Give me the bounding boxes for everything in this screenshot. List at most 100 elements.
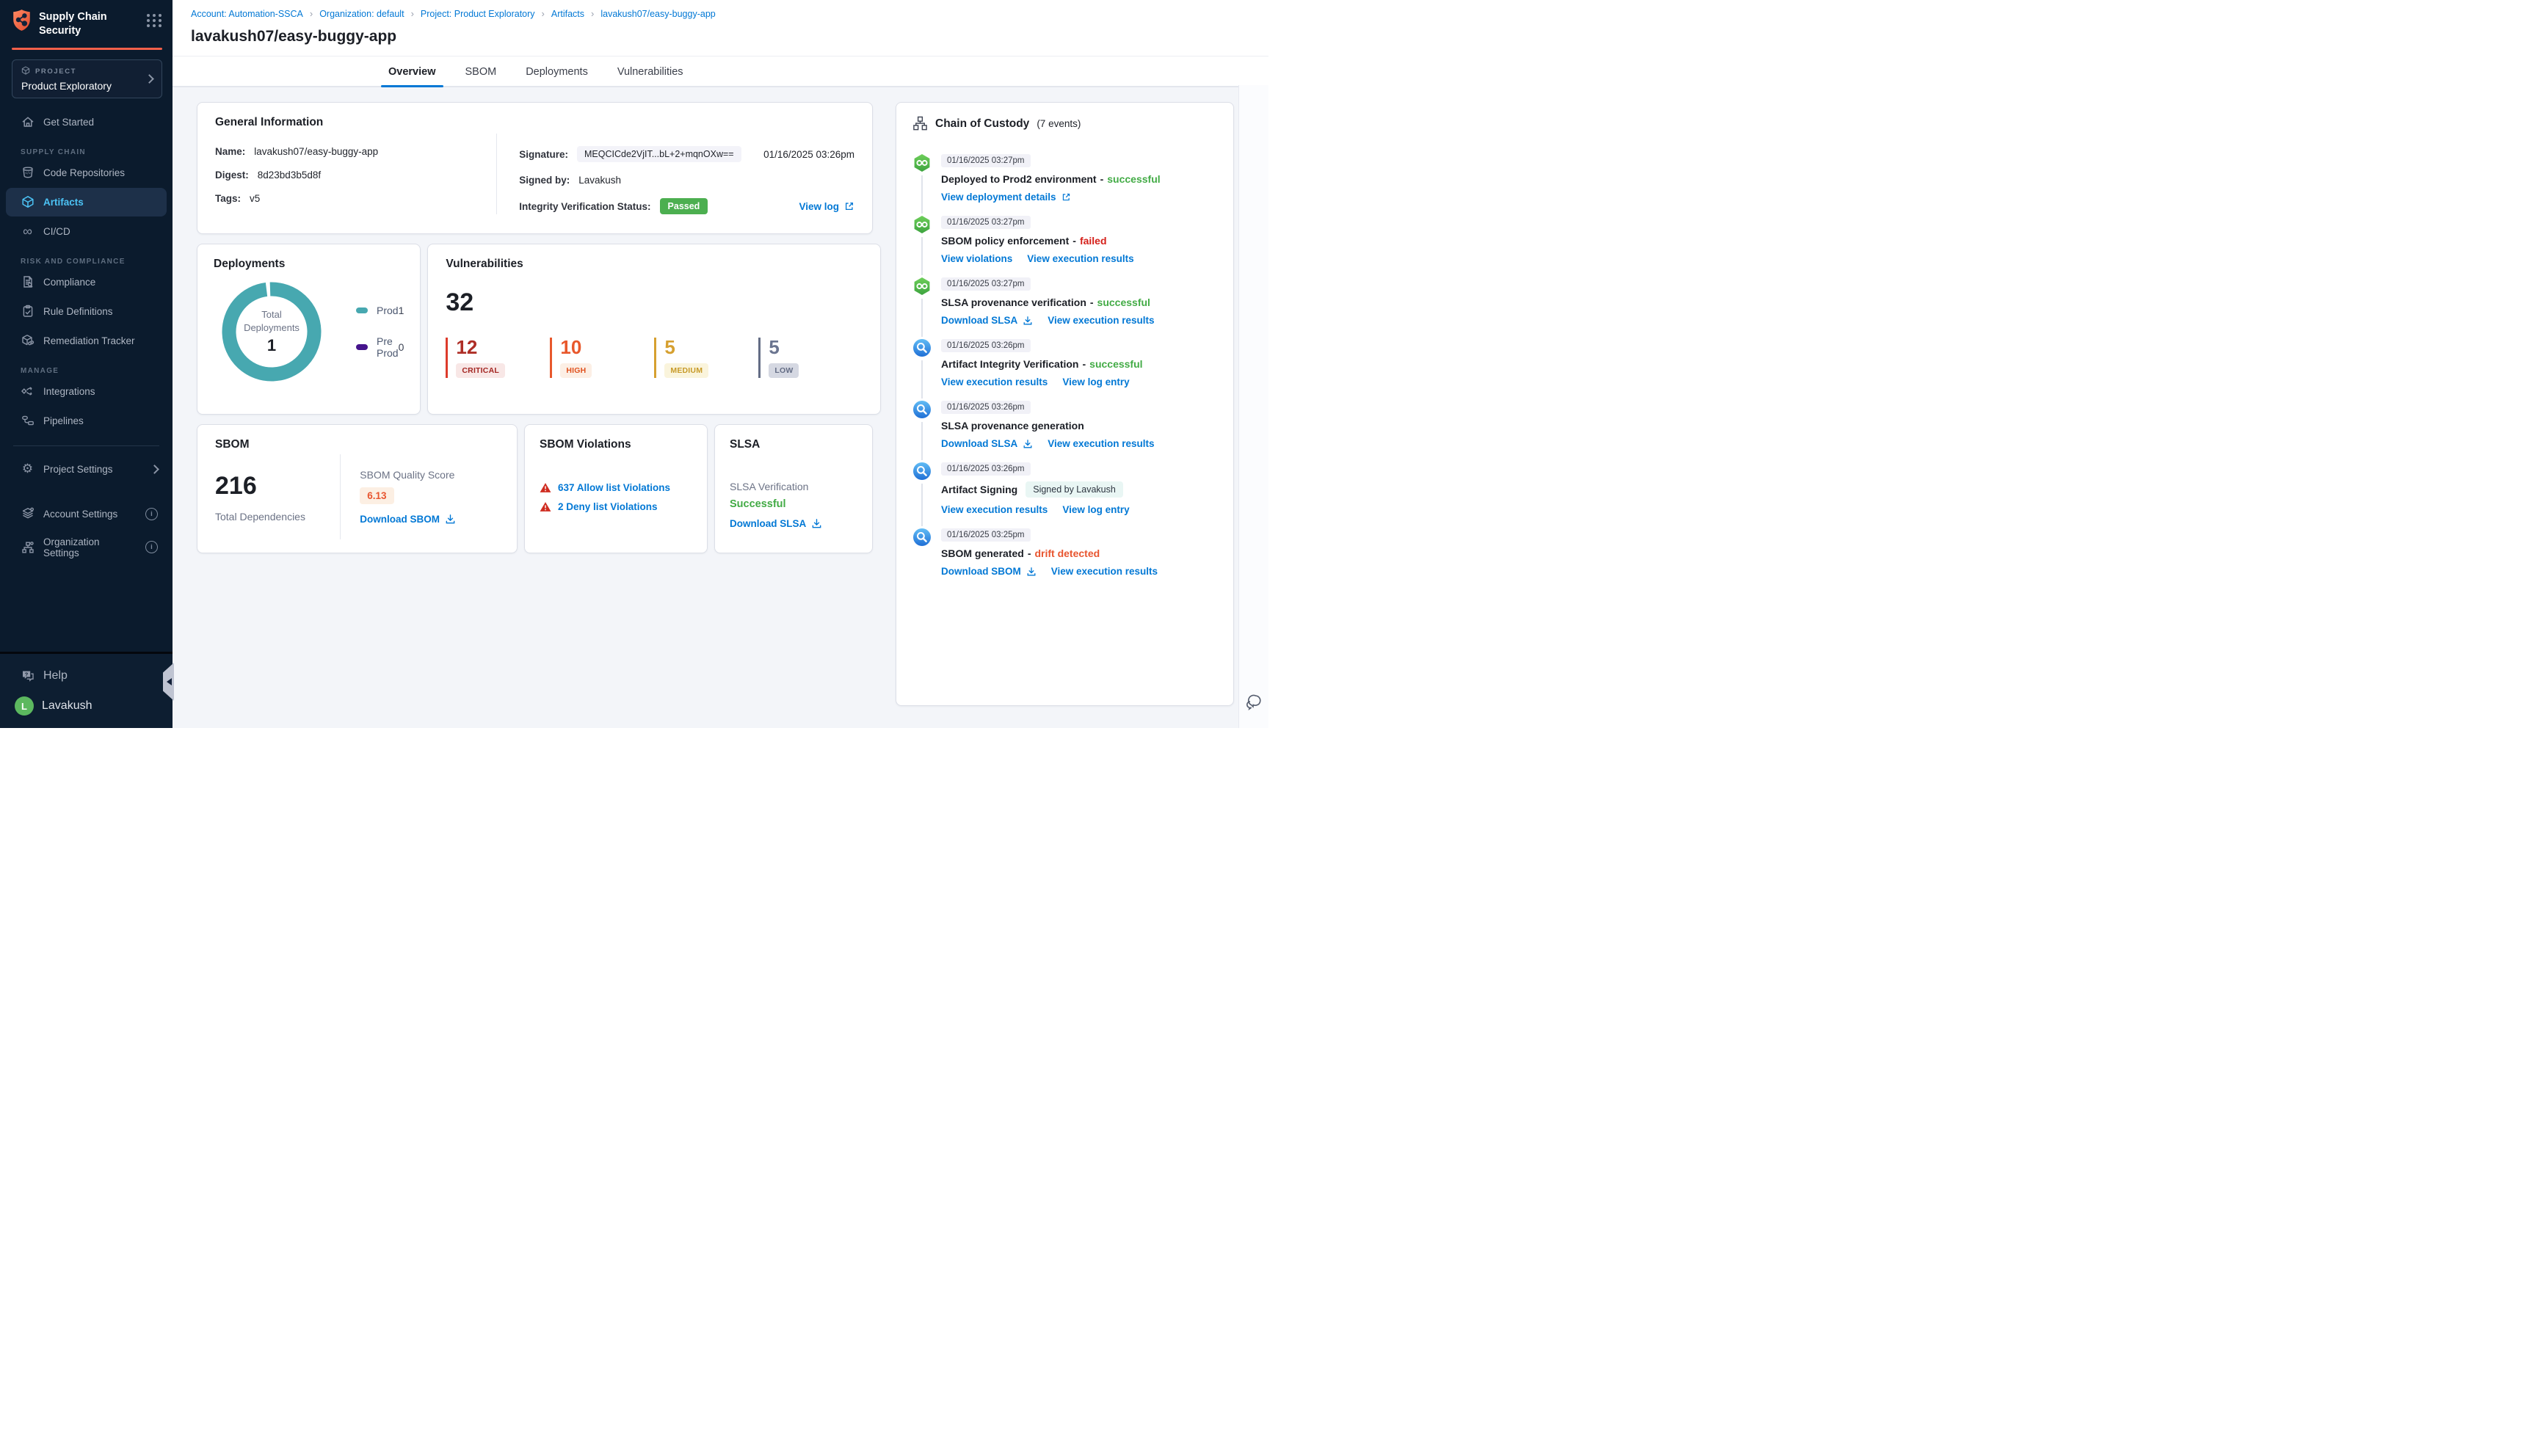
severity-badge: CRITICAL	[456, 363, 505, 378]
tab-sbom[interactable]: SBOM	[464, 57, 498, 86]
nav-section-risk-compliance: RISK AND COMPLIANCE	[21, 257, 126, 266]
slsa-verification-status: Successful	[730, 498, 786, 510]
download-icon	[1027, 567, 1036, 575]
view-log-entry-link[interactable]: View log entry	[1062, 376, 1129, 387]
legend-item-prod: Prod 1	[356, 305, 404, 316]
download-slsa-label: Download SLSA	[730, 518, 807, 529]
feedback-chat-icon[interactable]	[1244, 693, 1263, 716]
view-execution-results-link[interactable]: View execution results	[941, 376, 1048, 387]
card-title: Deployments	[214, 258, 286, 270]
deny-list-violations-link[interactable]: 2 Deny list Violations	[558, 501, 658, 512]
signature-value[interactable]: MEQCICde2VjIT...bL+2+mqnOXw==	[577, 146, 741, 162]
module-switcher-icon[interactable]	[147, 9, 162, 27]
sidebar-item-rule-definitions[interactable]: Rule Definitions	[6, 297, 167, 326]
download-slsa-link[interactable]: Download SLSA	[941, 315, 1033, 326]
sbom-quality: SBOM Quality Score 6.13 Download SBOM	[340, 454, 499, 539]
brand-divider	[12, 47, 162, 50]
download-sbom-link[interactable]: Download SBOM	[360, 514, 499, 525]
sidebar-item-label: Remediation Tracker	[43, 335, 135, 346]
sidebar-item-help[interactable]: ? Help	[6, 661, 167, 690]
sidebar-item-label: Get Started	[43, 116, 95, 128]
sidebar-item-artifacts[interactable]: Artifacts	[6, 187, 167, 216]
legend-item-preprod: Pre Prod 0	[356, 335, 404, 359]
view-execution-results-link[interactable]: View execution results	[1027, 253, 1133, 264]
integrity-status-badge: Passed	[659, 198, 708, 214]
svg-text:?: ?	[24, 671, 28, 677]
sidebar-item-label: Artifacts	[43, 196, 84, 208]
sidebar-item-code-repositories[interactable]: </> Code Repositories	[6, 159, 167, 187]
allow-list-violations-row: 637 Allow list Violations	[540, 482, 692, 493]
sidebar-item-label: Pipelines	[43, 415, 84, 426]
events-count: (7 events)	[1037, 118, 1081, 129]
timeline-connector	[921, 550, 923, 588]
sidebar-item-label: Account Settings	[43, 508, 118, 520]
sbom-card: SBOM 216 Total Dependencies SBOM Quality…	[197, 424, 518, 553]
breadcrumb-artifact-name[interactable]: lavakush07/easy-buggy-app	[600, 9, 715, 19]
view-execution-results-link[interactable]: View execution results	[1051, 566, 1158, 577]
sidebar-item-organization-settings[interactable]: Organization Settings i	[6, 529, 167, 566]
sidebar-item-cicd[interactable]: ∞ CI/CD	[6, 217, 167, 246]
timeline-connector	[921, 422, 923, 460]
view-violations-link[interactable]: View violations	[941, 253, 1012, 264]
chain-of-custody-icon	[913, 116, 927, 131]
sidebar-item-get-started[interactable]: Get Started	[6, 108, 167, 136]
download-icon	[812, 519, 821, 528]
download-sbom-label: Download SBOM	[360, 514, 440, 525]
breadcrumb-artifacts[interactable]: Artifacts	[551, 9, 584, 19]
sidebar-item-account-settings[interactable]: Account Settings i	[6, 500, 167, 528]
view-execution-results-link[interactable]: View execution results	[941, 504, 1048, 515]
product-title: Supply Chain Security	[39, 11, 107, 37]
sidebar-item-remediation-tracker[interactable]: Remediation Tracker	[6, 327, 167, 355]
event-title: Deployed to Prod2 environment	[941, 173, 1097, 185]
info-icon[interactable]: i	[145, 541, 158, 554]
quality-score-badge: 6.13	[360, 487, 394, 504]
remediation-box-icon	[21, 334, 35, 348]
scan-circle-icon	[913, 528, 931, 546]
card-title: SLSA	[730, 438, 761, 451]
sidebar-item-compliance[interactable]: Compliance	[6, 268, 167, 296]
sidebar: Supply Chain Security PROJECT Product Ex…	[0, 0, 173, 728]
svg-text:</>: </>	[25, 172, 31, 176]
download-icon	[1023, 316, 1032, 324]
sidebar-item-pipelines[interactable]: Pipelines	[6, 407, 167, 435]
scrollbar-gutter[interactable]	[1238, 85, 1268, 728]
breadcrumb-project[interactable]: Project: Product Exploratory	[421, 9, 535, 19]
severity-medium: 5 MEDIUM	[654, 338, 758, 378]
event-status: successful	[1089, 358, 1143, 370]
info-icon[interactable]: i	[145, 507, 158, 520]
view-execution-results-link[interactable]: View execution results	[1048, 315, 1154, 326]
signed-by-badge: Signed by Lavakush	[1026, 481, 1123, 498]
breadcrumb-account[interactable]: Account: Automation-SSCA	[191, 9, 303, 19]
user-menu[interactable]: L Lavakush	[0, 690, 173, 722]
view-log-entry-link[interactable]: View log entry	[1062, 504, 1129, 515]
timeline-connector	[921, 360, 923, 398]
card-title: Chain of Custody	[935, 117, 1030, 130]
download-slsa-link[interactable]: Download SLSA	[941, 438, 1033, 449]
download-sbom-link[interactable]: Download SBOM	[941, 566, 1037, 577]
deny-list-violations-row: 2 Deny list Violations	[540, 501, 692, 512]
view-log-link[interactable]: View log	[799, 201, 854, 212]
legend-label: Pre Prod	[377, 335, 399, 359]
link-label: Download SLSA	[941, 315, 1018, 326]
breadcrumb: Account: Automation-SSCA › Organization:…	[191, 8, 1235, 19]
content: General Information Name: lavakush07/easy…	[173, 87, 1268, 728]
digest-label: Digest:	[215, 170, 249, 181]
tab-vulnerabilities[interactable]: Vulnerabilities	[616, 57, 685, 86]
tab-overview[interactable]: Overview	[381, 57, 443, 87]
tab-deployments[interactable]: Deployments	[524, 57, 589, 86]
project-selector[interactable]: PROJECT Product Exploratory	[12, 59, 162, 98]
sidebar-item-project-settings[interactable]: ⚙ Project Settings	[6, 455, 167, 484]
compliance-doc-icon	[21, 275, 35, 289]
download-slsa-link[interactable]: Download SLSA	[730, 518, 822, 529]
view-deployment-details-link[interactable]: View deployment details	[941, 192, 1071, 203]
layers-gear-icon	[21, 507, 35, 521]
event-title: SLSA provenance generation	[941, 420, 1084, 432]
sidebar-item-integrations[interactable]: Integrations	[6, 377, 167, 406]
view-execution-results-link[interactable]: View execution results	[1048, 438, 1154, 449]
event-separator: -	[1089, 296, 1094, 308]
allow-list-violations-link[interactable]: 637 Allow list Violations	[558, 482, 670, 493]
card-title: General Information	[215, 116, 324, 128]
breadcrumb-organization[interactable]: Organization: default	[319, 9, 404, 19]
app-logo[interactable]: Supply Chain Security	[12, 9, 162, 38]
signature-label: Signature:	[519, 148, 568, 160]
